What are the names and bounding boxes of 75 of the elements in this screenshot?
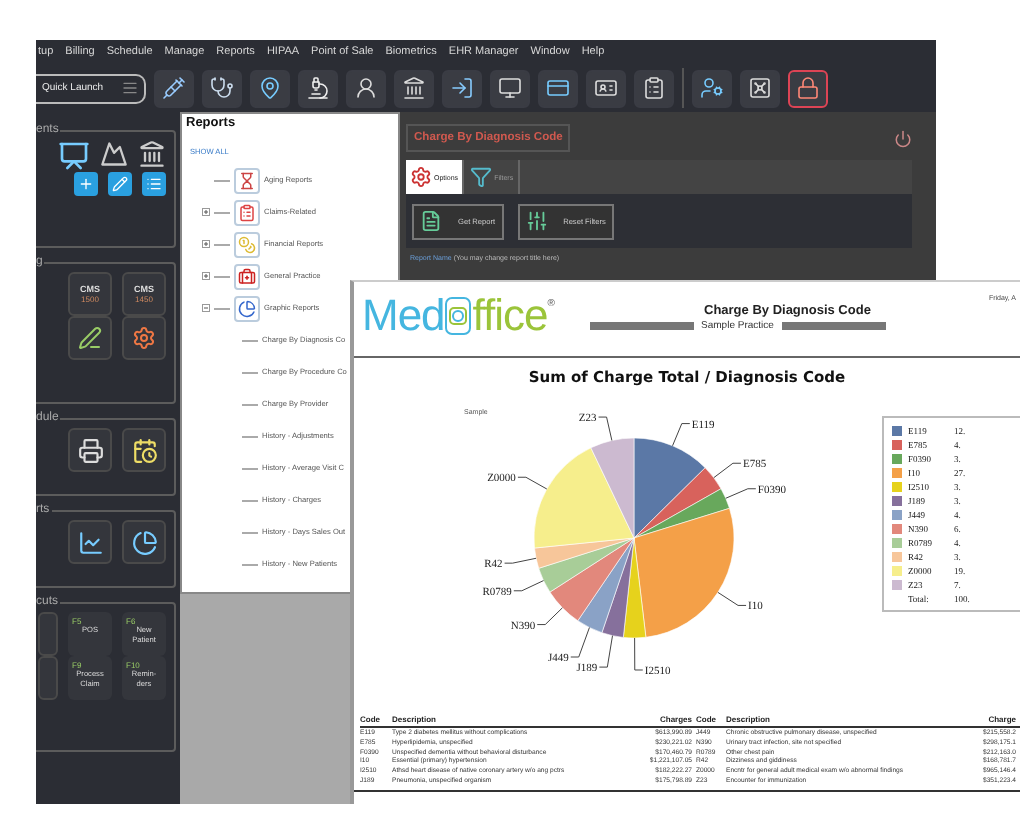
toolbar-button[interactable] — [250, 69, 290, 107]
power-icon[interactable] — [894, 129, 912, 147]
plus-icon — [78, 176, 94, 192]
toolbar-button[interactable] — [634, 69, 674, 107]
leader-line — [570, 627, 590, 658]
shortcut-tile[interactable] — [38, 656, 58, 700]
stethoscope-icon — [210, 76, 234, 100]
logo-mark-icon — [444, 296, 473, 336]
add-button[interactable] — [74, 172, 98, 196]
tile-button[interactable] — [68, 520, 112, 564]
chart-gear-icon — [410, 166, 432, 188]
syringe-icon — [162, 76, 186, 100]
edit-button[interactable] — [108, 172, 132, 196]
collapse-icon[interactable] — [202, 304, 210, 312]
leader-line — [634, 637, 644, 671]
line-chart-icon — [77, 529, 103, 555]
bank-icon — [402, 76, 426, 100]
leader-line — [672, 423, 691, 447]
toolbar-button[interactable] — [298, 69, 338, 107]
expand-icon[interactable] — [202, 240, 210, 248]
credit-card-icon — [546, 76, 570, 100]
toolbar-button[interactable] — [692, 69, 732, 107]
shortcut-tile[interactable] — [38, 612, 58, 656]
mountain-icon[interactable] — [100, 140, 128, 168]
tile-button[interactable] — [122, 428, 166, 472]
toolbar-button[interactable] — [538, 69, 578, 107]
leader-line — [725, 488, 757, 499]
leader-line — [513, 580, 544, 592]
expand-icon[interactable] — [202, 208, 210, 216]
pie-chart-icon — [131, 529, 157, 555]
bank-icon[interactable] — [138, 140, 166, 168]
list-icon — [146, 176, 162, 192]
signature-icon — [78, 326, 102, 350]
printer-icon — [77, 437, 103, 463]
clipboard-list-icon — [642, 76, 666, 100]
user-gear-icon — [700, 76, 724, 100]
sliders-icon — [525, 210, 548, 232]
id-card-icon — [594, 76, 618, 100]
leader-line — [517, 476, 548, 490]
toolbar-button[interactable] — [490, 69, 530, 107]
leader-line — [598, 416, 613, 441]
map-pin-icon — [258, 76, 282, 100]
monitor-icon — [498, 76, 522, 100]
pencil-icon — [112, 176, 128, 192]
toolbar-button[interactable] — [442, 69, 482, 107]
header-bar — [589, 322, 694, 330]
menu-icon — [122, 80, 138, 96]
tile-button[interactable] — [68, 316, 112, 360]
sign-in-icon — [450, 76, 474, 100]
user-icon — [354, 76, 378, 100]
toolbar-button[interactable] — [394, 69, 434, 107]
toolbar-button[interactable] — [346, 69, 386, 107]
toolbar-button[interactable] — [586, 69, 626, 107]
gear-icon — [132, 326, 156, 350]
toolbar-button[interactable] — [740, 69, 780, 107]
tile-button[interactable] — [68, 428, 112, 472]
calendar-clock-icon — [131, 437, 157, 463]
expand-icon[interactable] — [202, 272, 210, 280]
list-button[interactable] — [142, 172, 166, 196]
report-icon — [420, 210, 442, 232]
header-bar — [781, 322, 886, 330]
leader-line — [598, 635, 613, 668]
tile-button[interactable] — [122, 316, 166, 360]
tile-button[interactable] — [122, 520, 166, 564]
leader-line — [713, 462, 742, 479]
presenter-icon[interactable] — [58, 140, 90, 172]
toolbar-button[interactable] — [202, 69, 242, 107]
lock-icon — [796, 76, 820, 100]
lock-button[interactable] — [788, 69, 828, 107]
leader-line — [504, 557, 537, 564]
leader-line — [717, 591, 747, 606]
leader-line — [536, 607, 563, 626]
filter-icon — [470, 166, 493, 188]
microscope-icon — [306, 76, 330, 100]
toolbar-button[interactable] — [154, 69, 194, 107]
